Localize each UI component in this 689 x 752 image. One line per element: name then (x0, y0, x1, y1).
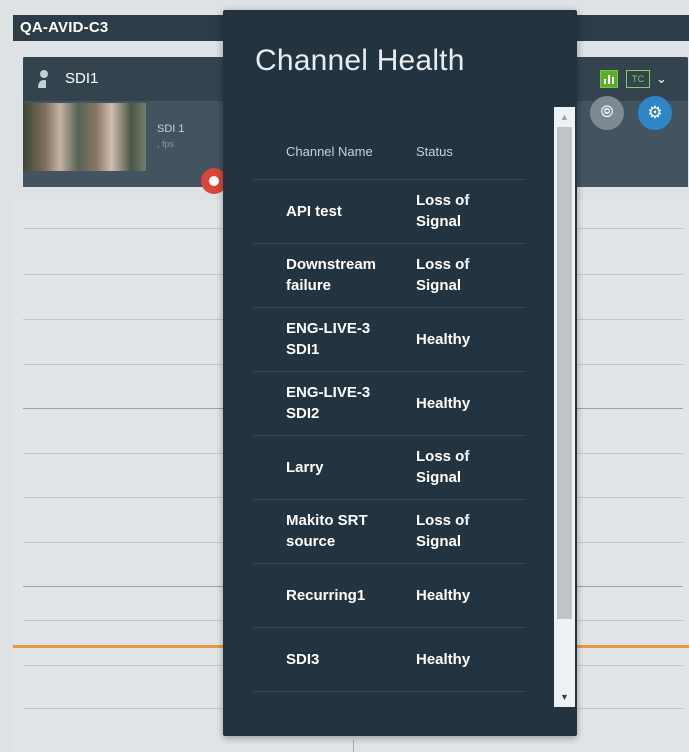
table-body: API test Loss of Signal Downstream failu… (254, 179, 524, 692)
channel-title: SDI1 (65, 70, 99, 87)
status-cell: Healthy (416, 586, 471, 604)
status-cell: Loss of Signal (416, 192, 470, 230)
table-row[interactable]: Larry Loss of Signal (254, 435, 524, 499)
device-title: QA-AVID-C3 (20, 19, 109, 36)
status-cell: Loss of Signal (416, 448, 470, 486)
user-icon (37, 69, 53, 89)
channel-name-cell: Larry (286, 458, 324, 476)
channel-name-cell: Recurring1 (286, 586, 366, 604)
status-cell: Loss of Signal (416, 512, 470, 550)
thumbnail-label: SDI 1 (157, 123, 185, 135)
scroll-down-icon[interactable]: ▼ (554, 687, 575, 707)
channel-preview-thumbnail[interactable] (23, 103, 146, 171)
column-header-status[interactable]: Status (416, 144, 453, 159)
scrollbar-thumb[interactable] (557, 127, 572, 619)
channel-name-cell: Makito SRT source (286, 512, 368, 550)
timecode-toggle[interactable]: TC (626, 70, 650, 88)
table-row[interactable]: API test Loss of Signal (254, 179, 524, 243)
table-row[interactable]: ENG-LIVE-3 SDI1 Healthy (254, 307, 524, 371)
settings-button[interactable]: ⚙ (638, 96, 672, 130)
modal-scrollbar[interactable]: ▲ ▼ (554, 107, 575, 707)
table-row[interactable]: SDI3 Healthy (254, 627, 524, 692)
modal-title: Channel Health (255, 44, 465, 77)
status-cell: Healthy (416, 650, 471, 668)
channel-name-cell: Downstream failure (286, 256, 377, 294)
channel-name-cell: ENG-LIVE-3 SDI1 (286, 320, 371, 358)
column-header-channel-name[interactable]: Channel Name (286, 144, 373, 159)
channel-name-cell: API test (286, 202, 342, 220)
table-row[interactable]: Recurring1 Healthy (254, 563, 524, 627)
gear-icon: ⚙ (647, 103, 663, 122)
scroll-up-icon[interactable]: ▲ (554, 107, 575, 127)
link-button[interactable]: ⦾ (590, 96, 624, 130)
table-row[interactable]: ENG-LIVE-3 SDI2 Healthy (254, 371, 524, 435)
channel-name-cell: ENG-LIVE-3 SDI2 (286, 384, 371, 422)
meter-icon[interactable] (600, 70, 618, 88)
channel-name-cell: SDI3 (286, 650, 320, 668)
channel-health-modal: Channel Health Channel Name Status API t… (223, 10, 577, 736)
table-row[interactable]: Makito SRT source Loss of Signal (254, 499, 524, 563)
status-cell: Healthy (416, 394, 471, 412)
link-icon: ⦾ (600, 104, 614, 121)
thumbnail-fps: , fps (157, 139, 175, 149)
table-row[interactable]: Downstream failure Loss of Signal (254, 243, 524, 307)
status-cell: Healthy (416, 330, 471, 348)
status-cell: Loss of Signal (416, 256, 470, 294)
timeline-divider (353, 740, 354, 752)
chevron-down-icon[interactable]: ⌄ (656, 71, 667, 87)
